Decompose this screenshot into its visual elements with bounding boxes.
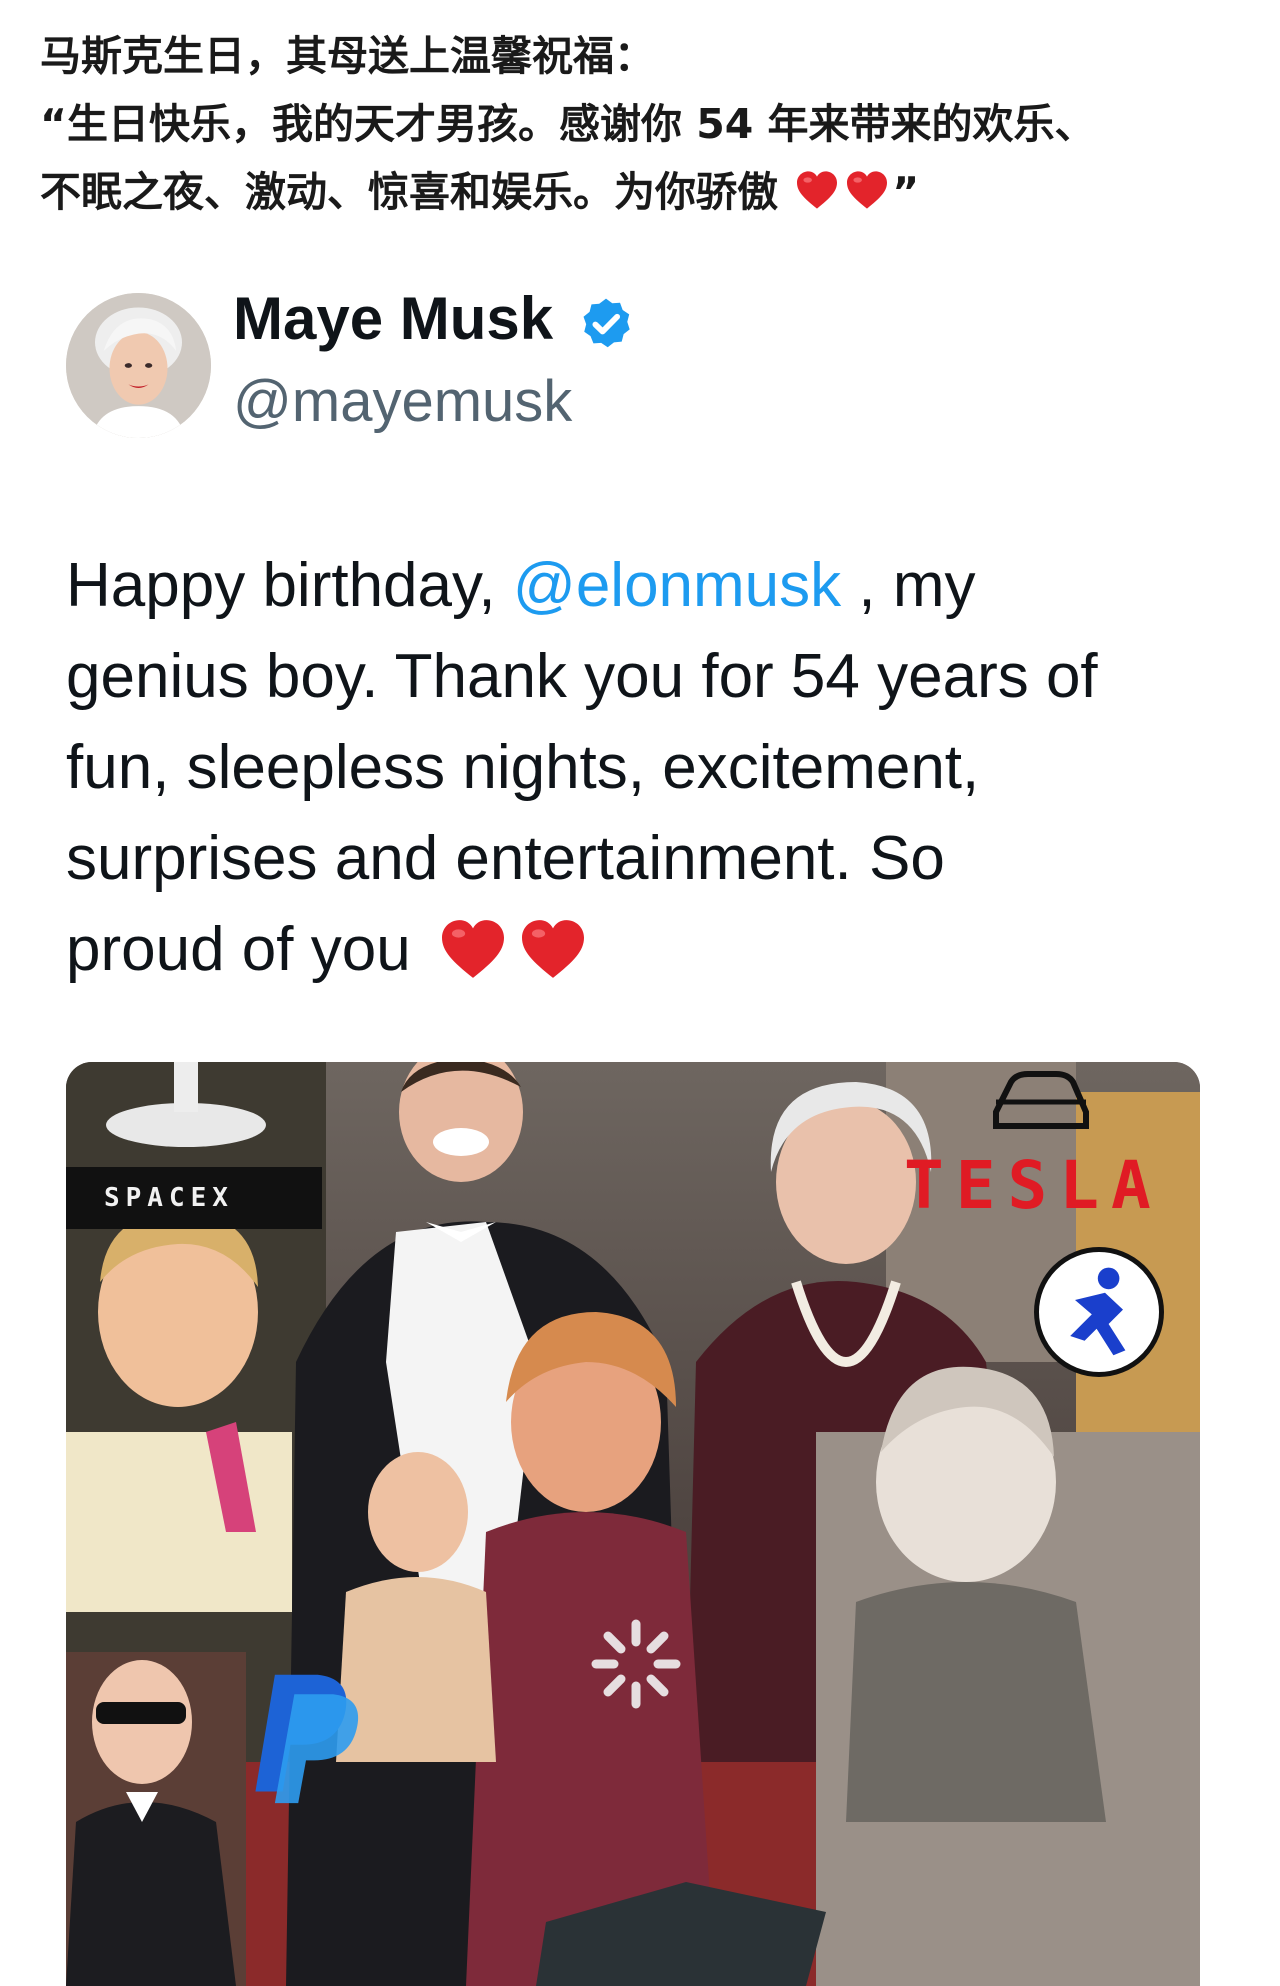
caption: 马斯克生日，其母送上温馨祝福： “生日快乐，我的天才男孩。感谢你 54 年来带来…: [40, 22, 1240, 226]
tweet-text-segment: proud of you: [66, 915, 411, 984]
tweet-line-1: Happy birthday, @elonmusk , my: [66, 540, 1226, 631]
red-heart-icon: [795, 170, 839, 210]
tweet-line-2: genius boy. Thank you for 54 years of: [66, 642, 1098, 711]
spacex-logo: SPACEX: [66, 1167, 322, 1229]
tweet-card: Maye Musk @mayemusk Happy birthday, @elo…: [0, 0, 1280, 1986]
tesla-logo: TESLA: [904, 1147, 1163, 1224]
tweet-text-segment: , my: [841, 551, 976, 620]
tweet-text-segment: Happy birthday,: [66, 551, 513, 620]
caption-line-1: 马斯克生日，其母送上温馨祝福：: [40, 32, 655, 80]
red-heart-icon: [438, 918, 508, 980]
loading-spinner-icon: [586, 1614, 686, 1714]
mention-link[interactable]: @elonmusk: [513, 551, 841, 620]
running-man-badge-icon: [1034, 1247, 1164, 1377]
verified-badge-icon: [577, 295, 635, 353]
tweet-line-5: proud of you: [66, 904, 1226, 995]
tesla-car-icon: [986, 1062, 1096, 1140]
caption-line-2: “生日快乐，我的天才男孩。感谢你 54 年来带来的欢乐、: [40, 100, 1096, 148]
avatar[interactable]: [66, 293, 211, 438]
caption-close-quote: ”: [892, 168, 920, 216]
red-heart-icon: [845, 170, 889, 210]
tweet-media-image[interactable]: SPACEX TESLA: [66, 1062, 1200, 1986]
tweet-text: Happy birthday, @elonmusk , my genius bo…: [66, 540, 1226, 995]
caption-line-3-text: 不眠之夜、激动、惊喜和娱乐。为你骄傲: [40, 168, 778, 216]
red-heart-icon: [518, 918, 588, 980]
caption-line-3: 不眠之夜、激动、惊喜和娱乐。为你骄傲 ”: [40, 158, 1240, 226]
tweet-line-4: surprises and entertainment. So: [66, 824, 945, 893]
handle[interactable]: @mayemusk: [233, 368, 572, 435]
paypal-logo-icon: [246, 1667, 366, 1807]
tweet-line-3: fun, sleepless nights, excitement,: [66, 733, 980, 802]
display-name[interactable]: Maye Musk: [233, 284, 553, 353]
